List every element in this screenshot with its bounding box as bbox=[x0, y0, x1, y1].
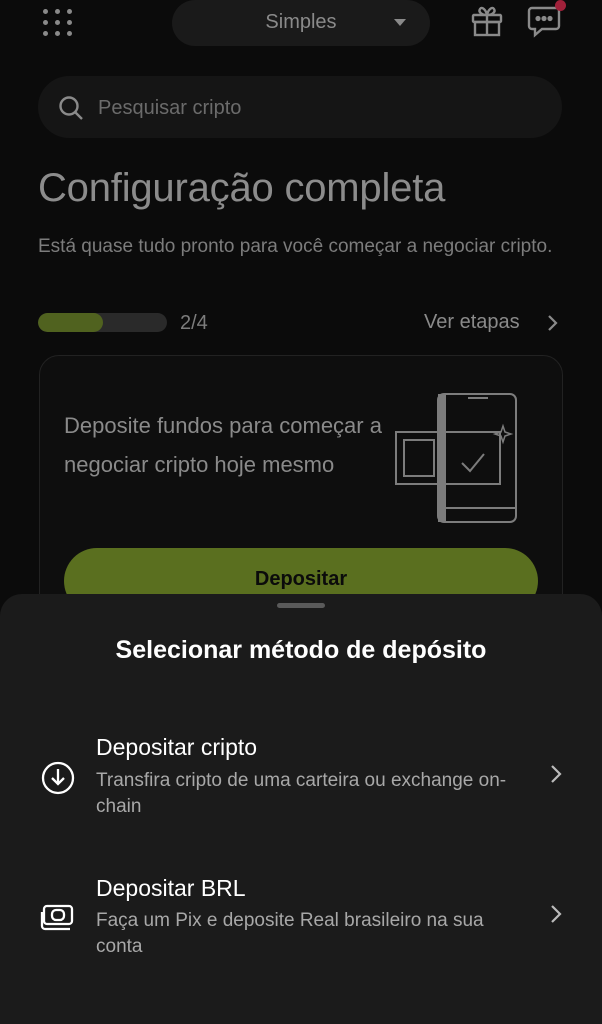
progress-fill bbox=[38, 313, 103, 332]
option-title: Depositar cripto bbox=[96, 734, 258, 760]
gift-icon[interactable] bbox=[470, 4, 504, 38]
search-icon bbox=[59, 96, 83, 120]
notification-dot bbox=[555, 0, 566, 11]
option-description: Faça um Pix e deposite Real brasileiro n… bbox=[96, 910, 484, 957]
progress-count: 2/4 bbox=[180, 312, 208, 334]
banknote-icon bbox=[40, 904, 74, 931]
search-bar[interactable] bbox=[38, 76, 562, 138]
option-description: Transfira cripto de uma carteira ou exch… bbox=[96, 770, 507, 817]
setup-subtitle: Está quase tudo pronto para você começar… bbox=[38, 236, 553, 257]
mode-selector[interactable]: Simples bbox=[172, 0, 430, 46]
deposit-button-label: Depositar bbox=[254, 568, 348, 590]
chevron-right-icon[interactable] bbox=[545, 314, 559, 332]
option-deposit-brl[interactable]: Depositar BRL Faça um Pix e deposite Rea… bbox=[0, 858, 602, 968]
option-deposit-crypto[interactable]: Depositar cripto Transfira cripto de uma… bbox=[0, 718, 602, 828]
option-title: Depositar BRL bbox=[96, 875, 246, 901]
mode-selector-value: Simples bbox=[265, 11, 337, 33]
setup-progress-bar bbox=[38, 313, 167, 332]
sheet-drag-handle[interactable] bbox=[277, 603, 325, 608]
caret-down-icon bbox=[394, 19, 406, 26]
chevron-right-icon bbox=[551, 765, 562, 783]
grid-menu-button[interactable] bbox=[40, 4, 76, 40]
chevron-right-icon bbox=[551, 905, 562, 923]
page-title: Configuração completa bbox=[38, 166, 446, 210]
view-steps-link[interactable]: Ver etapas bbox=[424, 311, 520, 334]
sheet-title: Selecionar método de depósito bbox=[115, 636, 487, 664]
deposit-card-text: Deposite fundos para começar a negociar … bbox=[64, 413, 382, 477]
download-icon bbox=[41, 761, 75, 795]
phone-card-illustration bbox=[395, 393, 517, 523]
search-input[interactable] bbox=[96, 90, 540, 126]
